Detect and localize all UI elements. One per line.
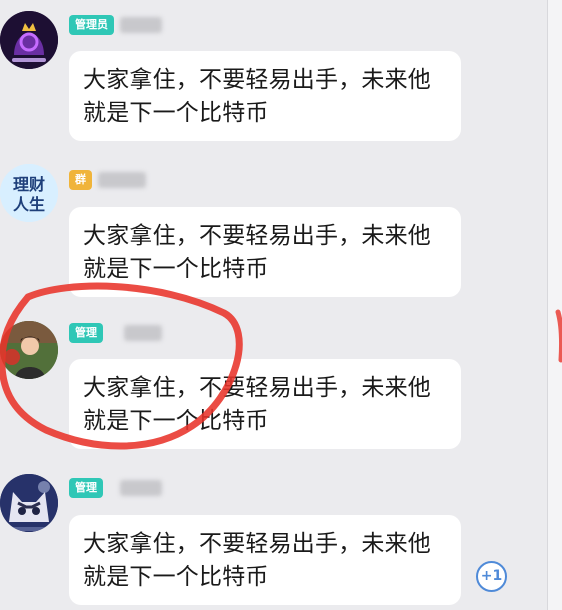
group-badge: 群: [69, 170, 92, 190]
admin-badge: 管理: [69, 478, 103, 498]
svg-text:理财: 理财: [13, 175, 45, 194]
message-text: 大家拿住，不要轻易出手，未来他就是下一个比特币: [83, 67, 431, 126]
svg-text:人生: 人生: [13, 195, 45, 214]
message-text: 大家拿住，不要轻易出手，未来他就是下一个比特币: [83, 531, 431, 590]
person-avatar-icon[interactable]: [0, 321, 58, 379]
crown-avatar-icon[interactable]: [0, 11, 58, 69]
admin-badge: 管理员: [69, 15, 114, 35]
message-text: 大家拿住，不要轻易出手，未来他就是下一个比特币: [83, 375, 431, 434]
finance-life-avatar-icon[interactable]: 理财 人生: [0, 164, 58, 222]
blurred-username: [120, 17, 162, 33]
blurred-username: [124, 325, 162, 341]
scrollbar-track[interactable]: [547, 0, 562, 610]
message-bubble[interactable]: 大家拿住，不要轻易出手，未来他就是下一个比特币: [69, 515, 461, 605]
blurred-username: [98, 172, 146, 188]
message-bubble[interactable]: 大家拿住，不要轻易出手，未来他就是下一个比特币: [69, 207, 461, 297]
message-bubble[interactable]: 大家拿住，不要轻易出手，未来他就是下一个比特币: [69, 359, 461, 449]
cat-avatar-icon[interactable]: [0, 474, 58, 532]
blurred-username: [120, 480, 162, 496]
message-text: 大家拿住，不要轻易出手，未来他就是下一个比特币: [83, 223, 431, 282]
plus-one-button[interactable]: +1: [476, 561, 507, 592]
admin-badge: 管理: [69, 323, 103, 343]
message-bubble[interactable]: 大家拿住，不要轻易出手，未来他就是下一个比特币: [69, 51, 461, 141]
